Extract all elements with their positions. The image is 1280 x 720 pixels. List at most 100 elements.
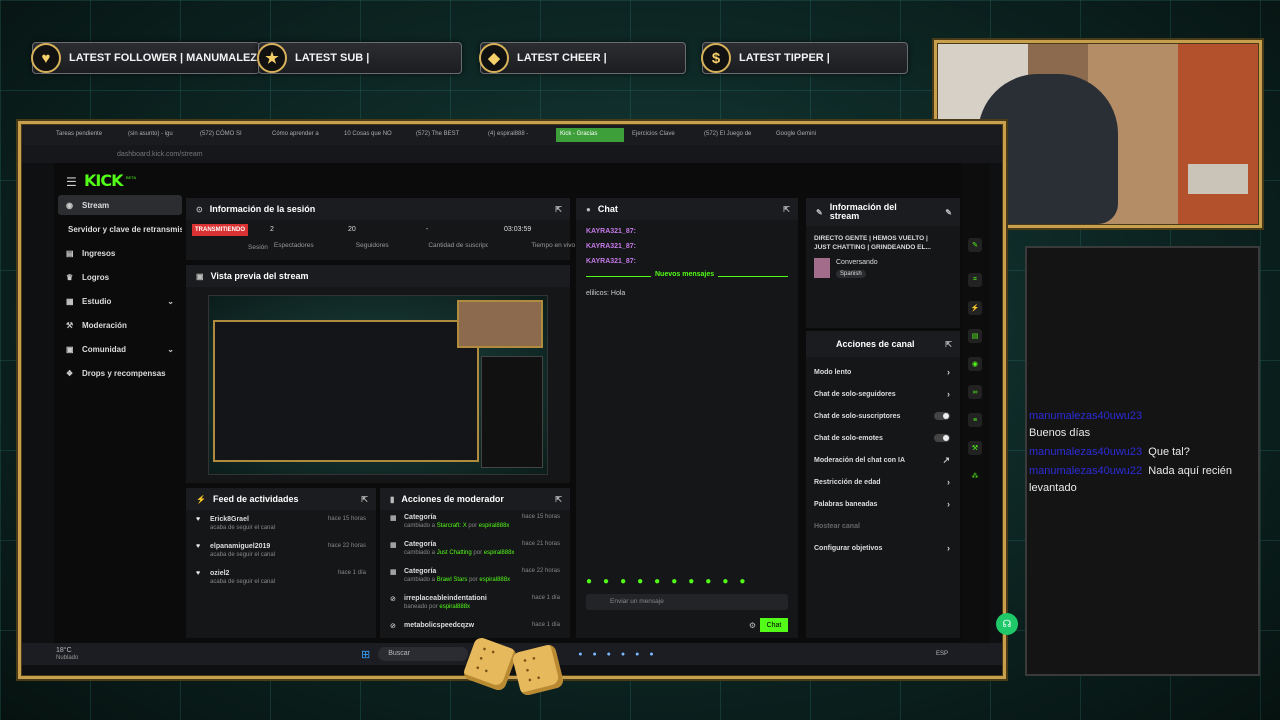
share-icon[interactable]: ⁂ (968, 469, 982, 483)
quick-actions-bar: ✎ ⌗ ⚡ ▤ ◉ ∞ ≡ ⚒ ⁂ (962, 163, 990, 643)
latest-cheer-alert: ◆ LATEST CHEER | (479, 42, 686, 74)
card-title: Vista previa del stream (210, 271, 309, 281)
language-indicator[interactable]: ESP (936, 651, 948, 657)
sidebar-item-stream[interactable]: ◉ Stream (58, 195, 182, 215)
sidebar-item-drops[interactable]: ❖ Drops y recompensas (58, 363, 182, 383)
expand-icon[interactable]: ⇱ (555, 205, 562, 214)
channel-action-moderaci-n-del-chat-con-ia[interactable]: Moderación del chat con IA ↗ (814, 453, 950, 467)
sidebar-item-servidor[interactable]: Servidor y clave de retransmisión (58, 219, 182, 239)
browser-tab[interactable]: (572) CÓMO SI (196, 128, 264, 142)
browser-tab[interactable]: (572) The BEST (412, 128, 480, 142)
browser-tab[interactable]: Cómo aprender a (268, 128, 336, 142)
channel-action-chat-de-solo-suscriptores[interactable]: Chat de solo-suscriptores (814, 409, 950, 423)
doc-icon[interactable]: ▤ (968, 329, 982, 343)
kick-logo[interactable]: KICK (84, 171, 123, 190)
info-icon: ⊙ (196, 204, 203, 214)
sidebar-item-moderación[interactable]: ⚒ Moderación (58, 315, 182, 335)
sidebar-item-logros[interactable]: ♛ Logros (58, 267, 182, 287)
toggle-switch[interactable] (934, 412, 950, 420)
mod-action-item: ▦ Categoría cambiado a Starcraft: X por es… (390, 514, 560, 529)
chat-input[interactable]: Enviar un mensaje (586, 594, 788, 610)
crop-icon[interactable]: ⌗ (968, 273, 982, 287)
latest-tipper-alert: $ LATEST TIPPER | (701, 42, 908, 74)
settings-icon[interactable]: ⚙ (749, 621, 756, 630)
browser-tab[interactable]: Tareas pendiente (52, 128, 120, 142)
browser-tab[interactable]: Ejercicios Clave (628, 128, 696, 142)
pencil-icon[interactable]: ✎ (968, 238, 982, 252)
wrench-icon: ✎ (816, 207, 823, 217)
alert-text: LATEST CHEER | (517, 52, 607, 64)
taskbar-search[interactable]: Buscar (378, 647, 469, 661)
session-info-card: ⊙ Información de la sesión ⇱ TRANSMITIEN… (186, 198, 576, 260)
activity-time: hace 1 día (337, 570, 366, 576)
alert-text: LATEST TIPPER | (739, 52, 830, 64)
stream-preview[interactable] (208, 295, 548, 475)
card-header: Acciones de canal ⇱ (806, 331, 960, 357)
external-link-icon: ↗ (942, 454, 950, 465)
channel-action-hostear-canal[interactable]: Hostear canal (814, 519, 950, 533)
browser-tab[interactable]: Kick - Gracias (556, 128, 624, 142)
activity-item: ♥ Erick8Grael acaba de seguir el canal hace… (196, 516, 366, 531)
action-label: Hostear canal (814, 522, 860, 530)
menu-icon[interactable]: ☰ (66, 175, 77, 189)
action-icon: ▦ (390, 569, 397, 576)
weather-widget[interactable]: 18°C Nublado (56, 647, 136, 661)
latest-follower-alert: ♥ LATEST FOLLOWER | MANUMALEZAS4OUWU23 (31, 42, 260, 74)
action-time: hace 15 horas (521, 514, 560, 520)
action-icon: ⊘ (390, 596, 396, 603)
card-title: Acciones de canal (836, 339, 915, 349)
browser-tab[interactable]: (572) El Juego de (700, 128, 768, 142)
expand-icon[interactable]: ⇱ (361, 495, 368, 504)
browser-tab[interactable]: (sin asunto) - igu (124, 128, 192, 142)
link-icon[interactable]: ∞ (968, 385, 982, 399)
uptime-stat: 03:03:59 Tiempo en vivo (504, 226, 576, 249)
channel-action-palabras-baneadas[interactable]: Palabras baneadas › (814, 497, 950, 511)
action-time: hace 22 horas (521, 568, 560, 574)
channel-action-chat-de-solo-emotes[interactable]: Chat de solo-emotes (814, 431, 950, 445)
channel-action-restricci-n-de-edad[interactable]: Restricción de edad › (814, 475, 950, 489)
list-icon[interactable]: ≡ (968, 413, 982, 427)
edit-icon[interactable]: ✎ (945, 208, 952, 217)
expand-icon[interactable]: ⇱ (945, 340, 952, 349)
browser-tab[interactable]: 10 Cosas que NO (340, 128, 408, 142)
activity-item: ♥ elpanamiguel2019 acaba de seguir el cana… (196, 543, 366, 558)
sidebar-item-label: Servidor y clave de retransmisión (68, 224, 182, 234)
windows-start-icon[interactable]: ⊞ (361, 648, 370, 661)
screen-capture: Tareas pendiente (sin asunto) - igu (572) … (22, 125, 1018, 675)
chat-line: KAYRA321_87: (586, 243, 636, 250)
dollar-icon: $ (701, 43, 731, 73)
address-bar[interactable]: dashboard.kick.com/stream (22, 145, 1002, 163)
activity-desc: acaba de seguir el canal (210, 579, 276, 585)
card-header: ⊙ Información de la sesión ⇱ (186, 198, 570, 220)
expand-icon[interactable]: ⇱ (555, 495, 562, 504)
send-chat-button[interactable]: Chat (760, 618, 788, 632)
session-status: TRANSMITIENDO Sesión (192, 224, 268, 251)
category-thumbnail (814, 258, 830, 278)
sidebar-item-label: Ingresos (82, 248, 116, 258)
channel-action-chat-de-solo-seguidores[interactable]: Chat de solo-seguidores › (814, 387, 950, 401)
trophy-icon: ♛ (66, 272, 74, 282)
chat-bubble-icon[interactable]: ◉ (968, 357, 982, 371)
sidebar-item-ingresos[interactable]: ▤ Ingresos (58, 243, 182, 263)
bolt-icon: ⚡ (196, 494, 206, 504)
action-label: Configurar objetivos (814, 544, 883, 552)
expand-icon[interactable]: ⇱ (783, 205, 790, 214)
taskbar-apps[interactable]: ●●●●●● (578, 651, 663, 658)
support-button[interactable]: ☊ (996, 613, 1018, 635)
card-title: Acciones de moderador (401, 494, 504, 504)
tool-icon[interactable]: ⚒ (968, 441, 982, 455)
sidebar-item-estudio[interactable]: ▦ Estudio ⌄ (58, 291, 182, 311)
card-title: Información del stream (829, 202, 897, 221)
activity-desc: acaba de seguir el canal (210, 525, 276, 531)
channel-action-configurar-objetivos[interactable]: Configurar objetivos › (814, 541, 950, 555)
channel-action-modo-lento[interactable]: Modo lento › (814, 365, 950, 379)
money-icon: ▤ (66, 248, 74, 258)
browser-tab[interactable]: Google Gemini (772, 128, 840, 142)
mod-action-item: ▦ Categoría cambiado a Brawl Stars por esp… (390, 568, 560, 583)
chevron-right-icon: › (947, 499, 950, 509)
sidebar-item-comunidad[interactable]: ▣ Comunidad ⌄ (58, 339, 182, 359)
new-messages-label: Nuevos mensajes (651, 271, 719, 278)
toggle-switch[interactable] (934, 434, 950, 442)
browser-tab[interactable]: (4) espiral888 - (484, 128, 552, 142)
bolt-icon[interactable]: ⚡ (968, 301, 982, 315)
